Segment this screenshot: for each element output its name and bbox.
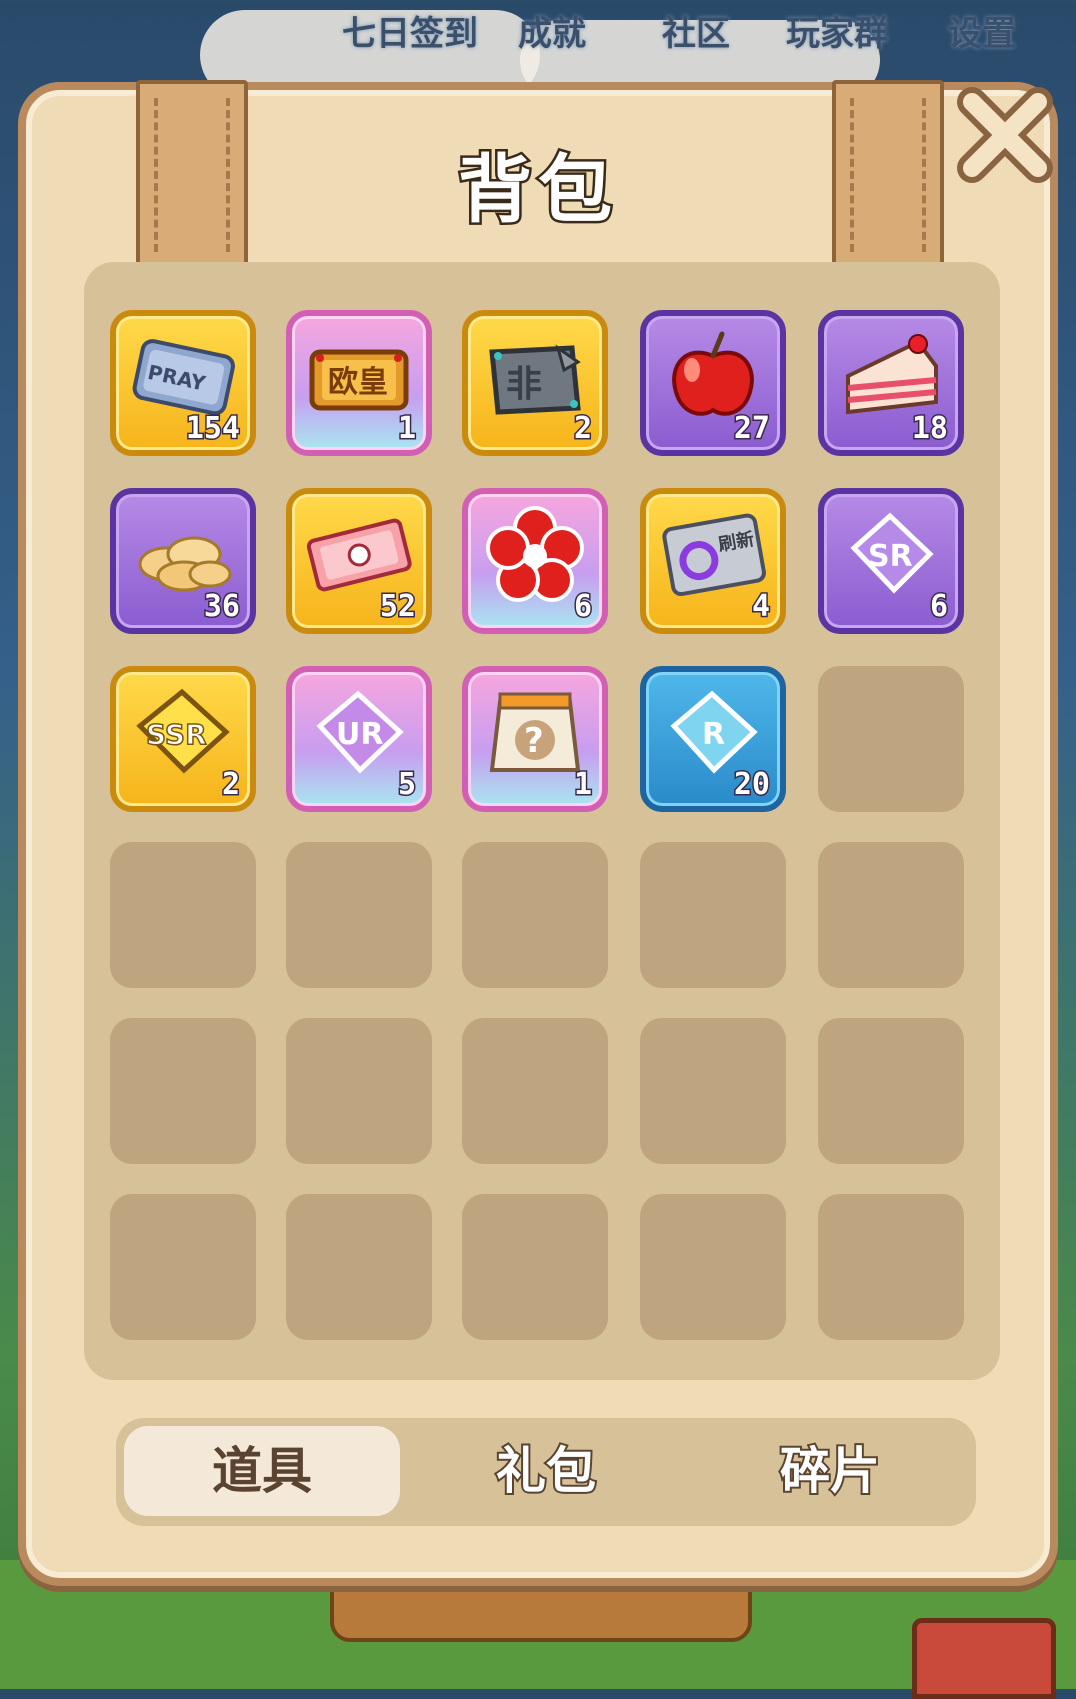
item-count: 2 <box>572 410 593 448</box>
tab-gift-packs[interactable]: 礼包 <box>408 1426 684 1516</box>
inventory-slot-ouhuang-plaque[interactable]: 欧皇 1 <box>286 310 432 456</box>
treasure-chest-icon[interactable] <box>912 1618 1056 1699</box>
inventory-slot-ssr-puzzle-piece[interactable]: SSR 2 <box>110 666 256 812</box>
item-count: 6 <box>928 588 949 626</box>
svg-text:UR: UR <box>336 717 383 752</box>
inventory-slot-empty[interactable] <box>286 1018 432 1164</box>
top-nav-seven-day-signin[interactable]: 七日签到 <box>342 6 478 55</box>
top-nav-bar: 七日签到 成就 社区 玩家群 设置 <box>0 0 1076 60</box>
svg-text:R: R <box>702 717 725 752</box>
inventory-slot-r-puzzle-piece[interactable]: R 20 <box>640 666 786 812</box>
inventory-slot-empty[interactable] <box>640 1194 786 1340</box>
svg-text:非: 非 <box>506 364 542 405</box>
close-button[interactable] <box>956 86 1054 184</box>
item-count: 1 <box>572 766 593 804</box>
top-nav-player-group[interactable]: 玩家群 <box>786 6 888 55</box>
inventory-slot-pray-ticket[interactable]: PRAY 154 <box>110 310 256 456</box>
inventory-slot-empty[interactable] <box>640 1018 786 1164</box>
inventory-slot-cake-slice[interactable]: 18 <box>818 310 964 456</box>
inventory-slot-apple[interactable]: 27 <box>640 310 786 456</box>
inventory-slot-empty[interactable] <box>286 842 432 988</box>
inventory-slot-empty[interactable] <box>818 1018 964 1164</box>
top-nav-achievements[interactable]: 成就 <box>518 6 586 55</box>
inventory-slot-empty[interactable] <box>110 1018 256 1164</box>
item-count: 18 <box>910 410 949 448</box>
item-count: 4 <box>750 588 771 626</box>
bag-title: 背包 <box>456 145 618 236</box>
tab-items[interactable]: 道具 <box>124 1426 400 1516</box>
item-count: 154 <box>184 410 241 448</box>
inventory-slot-empty[interactable] <box>818 1194 964 1340</box>
inventory-slot-empty[interactable] <box>818 666 964 812</box>
inventory-slot-pink-ticket[interactable]: 52 <box>286 488 432 634</box>
inventory-slot-mystery-bag[interactable]: ? 1 <box>462 666 608 812</box>
item-count: 1 <box>396 410 417 448</box>
inventory-slot-plum-blossom[interactable]: 6 <box>462 488 608 634</box>
inventory-slot-sr-puzzle-piece[interactable]: SR 6 <box>818 488 964 634</box>
svg-text:?: ? <box>524 721 544 761</box>
item-count: 6 <box>572 588 593 626</box>
top-nav-community[interactable]: 社区 <box>662 6 730 55</box>
item-count: 5 <box>396 766 417 804</box>
bag-tab-bar: 道具 礼包 碎片 <box>116 1418 976 1526</box>
inventory-slot-potato-chips[interactable]: 36 <box>110 488 256 634</box>
item-count: 20 <box>732 766 771 804</box>
inventory-slot-refresh-card[interactable]: 刷新 4 <box>640 488 786 634</box>
inventory-slot-ur-puzzle-piece[interactable]: UR 5 <box>286 666 432 812</box>
inventory-slot-empty[interactable] <box>462 1018 608 1164</box>
close-icon <box>957 87 1053 183</box>
item-count: 27 <box>732 410 771 448</box>
item-count: 36 <box>202 588 241 626</box>
tab-fragments[interactable]: 碎片 <box>692 1426 968 1516</box>
inventory-slot-empty[interactable] <box>462 1194 608 1340</box>
inventory-slot-fei-stone-plaque[interactable]: 非 2 <box>462 310 608 456</box>
inventory-slot-empty[interactable] <box>640 842 786 988</box>
inventory-slot-empty[interactable] <box>110 842 256 988</box>
inventory-slot-empty[interactable] <box>286 1194 432 1340</box>
top-nav-settings[interactable]: 设置 <box>948 6 1016 55</box>
svg-text:SR: SR <box>868 539 913 574</box>
inventory-slot-empty[interactable] <box>462 842 608 988</box>
svg-text:SSR: SSR <box>146 718 207 751</box>
item-count: 52 <box>378 588 417 626</box>
inventory-slot-empty[interactable] <box>818 842 964 988</box>
svg-text:欧皇: 欧皇 <box>328 365 388 400</box>
inventory-slot-empty[interactable] <box>110 1194 256 1340</box>
item-count: 2 <box>220 766 241 804</box>
